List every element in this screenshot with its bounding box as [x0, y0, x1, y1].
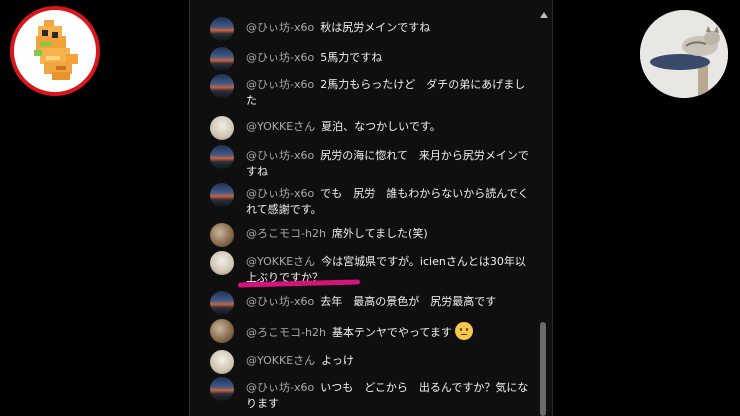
chat-author[interactable]: @ひぃ坊-x6o	[246, 21, 314, 34]
live-chat-panel[interactable]: @ひぃ坊-x6o 秋は尻労メインですね @ひぃ坊-x6o 5馬力ですね @ひぃ坊-x…	[189, 0, 553, 416]
caret-up-icon[interactable]	[540, 12, 548, 18]
chat-message: @ろこモコ-h2h 席外してました(笑)	[210, 223, 532, 247]
avatar[interactable]	[210, 319, 234, 343]
chat-author[interactable]: @YOKKEさん	[246, 120, 315, 133]
chat-message: @YOKKEさん よっけ	[210, 350, 532, 374]
avatar[interactable]	[210, 223, 234, 247]
chat-message-text: 基本テンヤでやってます	[331, 326, 452, 339]
chat-author[interactable]: @ろこモコ-h2h	[246, 227, 326, 240]
avatar[interactable]	[210, 116, 234, 140]
chat-author[interactable]: @ひぃ坊-x6o	[246, 295, 314, 308]
chat-message: @ひぃ坊-x6o 2馬力もらったけど ダチの弟にあげました	[210, 74, 532, 109]
chat-message: @ひぃ坊-x6o でも 尻労 誰もわからないから読んでくれて感謝です。	[210, 183, 532, 218]
chat-message-text: 5馬力ですね	[320, 51, 383, 64]
chat-author[interactable]: @ひぃ坊-x6o	[246, 187, 314, 200]
avatar[interactable]	[210, 47, 234, 71]
chat-author[interactable]: @ひぃ坊-x6o	[246, 149, 314, 162]
chat-message-text: 去年 最高の景色が 尻労最高です	[320, 295, 497, 308]
chat-message: @ひぃ坊-x6o 5馬力ですね	[210, 47, 532, 71]
chat-author[interactable]: @ひぃ坊-x6o	[246, 381, 314, 394]
pixel-art-mascot-icon	[34, 20, 78, 80]
avatar[interactable]	[210, 183, 234, 207]
chat-author[interactable]: @ひぃ坊-x6o	[246, 51, 314, 64]
chat-message: @YOKKEさん 夏泊、なつかしいです。	[210, 116, 532, 140]
avatar[interactable]	[210, 291, 234, 315]
stream-screen: @ひぃ坊-x6o 秋は尻労メインですね @ひぃ坊-x6o 5馬力ですね @ひぃ坊-x…	[0, 0, 740, 416]
chat-message-text: 席外してました(笑)	[331, 227, 428, 240]
chat-message: @ろこモコ-h2h 基本テンヤでやってます	[210, 319, 532, 343]
chat-author[interactable]: @YOKKEさん	[246, 255, 315, 268]
avatar[interactable]	[210, 145, 234, 169]
chat-message: @ひぃ坊-x6o 尻労の海に惚れて 来月から尻労メインですね	[210, 145, 532, 180]
avatar[interactable]	[210, 377, 234, 401]
avatar[interactable]	[210, 251, 234, 275]
cat-photo-icon	[640, 10, 728, 98]
avatar[interactable]	[210, 74, 234, 98]
streamer-photo	[640, 10, 728, 98]
neutral-face-emoji-icon	[454, 322, 473, 340]
chat-message-text: 秋は尻労メインですね	[320, 21, 431, 34]
chat-author[interactable]: @ろこモコ-h2h	[246, 326, 326, 339]
avatar[interactable]	[210, 350, 234, 374]
channel-logo	[10, 6, 100, 96]
chat-message: @ひぃ坊-x6o 去年 最高の景色が 尻労最高です	[210, 291, 532, 315]
chat-scrollbar-thumb[interactable]	[540, 322, 546, 416]
avatar[interactable]	[210, 17, 234, 41]
chat-message: @ひぃ坊-x6o 秋は尻労メインですね	[210, 17, 532, 41]
chat-message-text: 夏泊、なつかしいです。	[321, 120, 441, 133]
chat-message: @ひぃ坊-x6o いつも どこから 出るんですか？気になります	[210, 377, 532, 412]
chat-author[interactable]: @YOKKEさん	[246, 354, 315, 367]
chat-message-text: よっけ	[321, 354, 354, 367]
chat-author[interactable]: @ひぃ坊-x6o	[246, 78, 314, 91]
chat-message: @YOKKEさん 今は宮城県ですが。icienさんとは30年以上ぶりですか？	[210, 251, 532, 286]
